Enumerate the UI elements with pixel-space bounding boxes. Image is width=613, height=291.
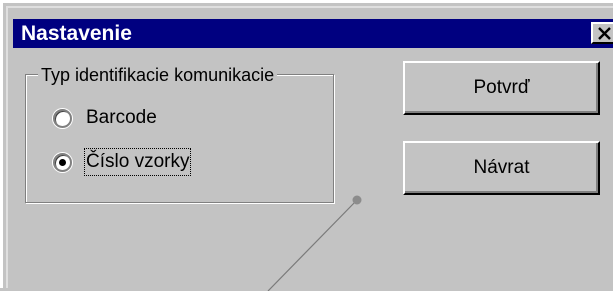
pointer-dot [352,195,362,205]
dialog-window: Nastavenie Typ identifikacie komunikacie… [0,0,613,291]
pointer-line [267,195,362,291]
